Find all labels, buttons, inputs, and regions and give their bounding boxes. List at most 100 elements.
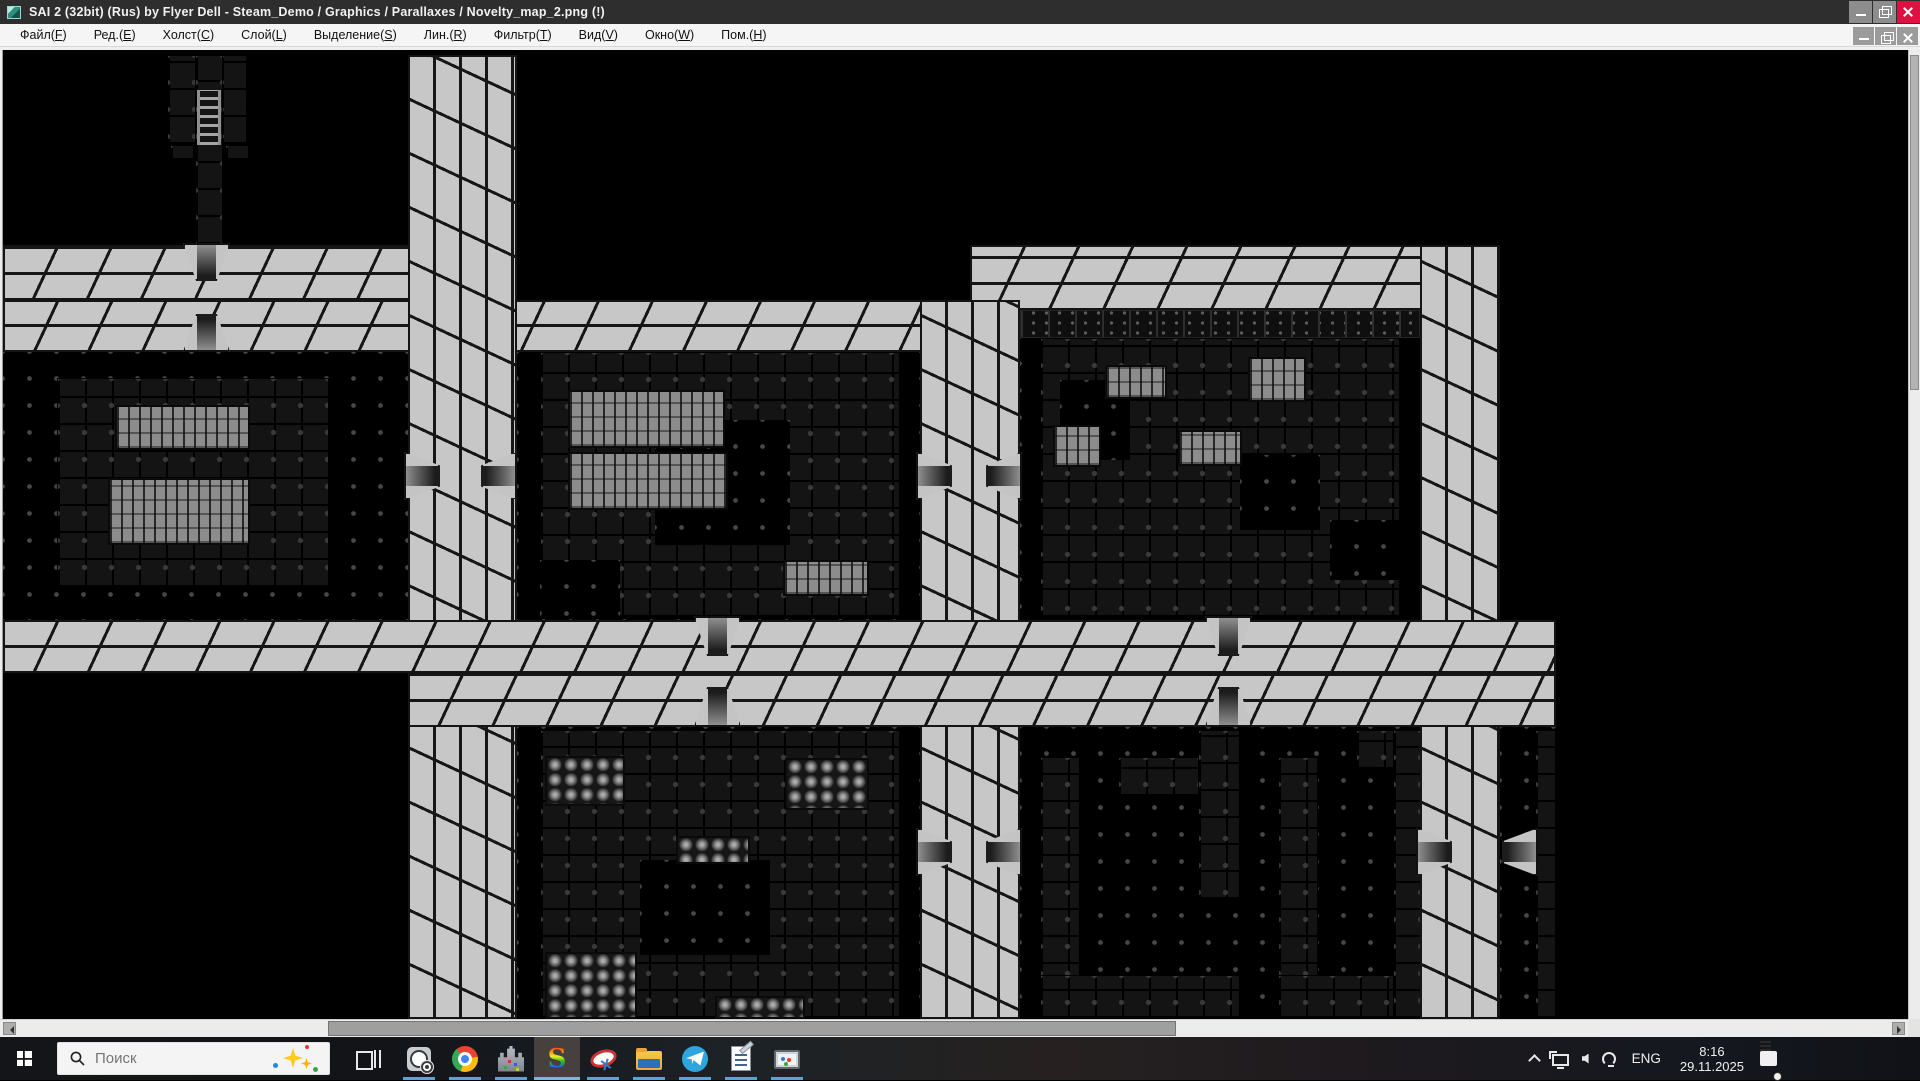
windows-logo-icon xyxy=(17,1051,32,1066)
task-view-icon[interactable] xyxy=(352,1044,382,1074)
map-barrel-cluster xyxy=(676,836,750,864)
horizontal-scrollbar[interactable] xyxy=(0,1019,1920,1037)
map-shelf-cluster xyxy=(108,478,250,545)
close-button[interactable] xyxy=(1897,27,1918,45)
sai2-icon: S xyxy=(548,1046,567,1072)
map-shelf-cluster xyxy=(1248,357,1306,402)
map-floor-patch xyxy=(640,860,770,955)
network-icon[interactable] xyxy=(1549,1037,1572,1080)
search-icon xyxy=(70,1051,85,1066)
map-door xyxy=(916,452,952,500)
map-shelf-cluster xyxy=(1053,425,1101,467)
map-door xyxy=(1502,828,1538,876)
map-door xyxy=(481,452,517,500)
taskbar-app-paint-app[interactable] xyxy=(764,1037,810,1080)
sai-app-icon xyxy=(7,6,21,19)
notifications-icon[interactable] xyxy=(1757,1037,1780,1080)
language-indicator[interactable]: ENG xyxy=(1626,1037,1667,1080)
canvas-frame xyxy=(0,47,1920,1037)
menubar: Файл(F) Ред.(E) Холст(C) Слой(L) Выделение(S… xyxy=(0,24,1920,47)
window-title: SAI 2 (32bit) (Rus) by Flyer Dell - Stea… xyxy=(29,5,605,19)
alarm-clock-icon xyxy=(407,1047,431,1071)
taskbar-apps: S xyxy=(396,1037,810,1080)
menu-S[interactable]: Выделение(S) xyxy=(314,28,397,42)
taskbar-app-snip[interactable] xyxy=(580,1037,626,1080)
map-crate-tiles xyxy=(1198,730,1240,900)
map-door xyxy=(694,616,741,656)
map-door xyxy=(404,452,440,500)
map-ladder xyxy=(197,90,221,145)
map-crate-tiles xyxy=(195,55,223,245)
canvas-left-edge xyxy=(0,50,3,1019)
map-floor-patch xyxy=(1240,455,1320,530)
map-crate-tiles xyxy=(1535,730,1556,1019)
explorer-icon xyxy=(636,1051,662,1070)
horizontal-scrollbar-thumb[interactable] xyxy=(328,1021,1176,1036)
search-highlights-sparkle-icon xyxy=(271,1045,319,1073)
map-barrel-cluster xyxy=(715,996,805,1019)
menu-F[interactable]: Файл(F) xyxy=(20,28,67,42)
start-button[interactable] xyxy=(0,1037,48,1080)
paint-app-icon xyxy=(774,1050,800,1069)
map-shelf-row xyxy=(1020,310,1420,338)
menu-E[interactable]: Ред.(E) xyxy=(94,28,136,42)
telegram-icon xyxy=(682,1046,708,1072)
restore-button[interactable] xyxy=(1875,27,1896,45)
taskbar-app-chrome[interactable] xyxy=(442,1037,488,1080)
scroll-left-button[interactable] xyxy=(3,1022,16,1035)
map-crate-tiles xyxy=(225,145,249,161)
taskbar-app-explorer[interactable] xyxy=(626,1037,672,1080)
titlebar: SAI 2 (32bit) (Rus) by Flyer Dell - Stea… xyxy=(0,0,1920,24)
menu-R[interactable]: Лин.(R) xyxy=(424,28,467,42)
menu-items: Файл(F) Ред.(E) Холст(C) Слой(L) Выделение(S… xyxy=(0,28,794,42)
menu-L[interactable]: Слой(L) xyxy=(241,28,287,42)
minimize-button[interactable] xyxy=(1849,1,1872,23)
map-shelf-cluster xyxy=(1178,430,1242,466)
taskbar-app-game-castle[interactable] xyxy=(488,1037,534,1080)
restore-button[interactable] xyxy=(1873,1,1896,23)
menu-W[interactable]: Окно(W) xyxy=(645,28,694,42)
map-door xyxy=(1416,828,1452,876)
vertical-scrollbar-thumb[interactable] xyxy=(1910,55,1919,390)
menu-V[interactable]: Вид(V) xyxy=(579,28,618,42)
map-crate-tiles xyxy=(170,145,194,161)
map-shelf-cluster xyxy=(783,560,869,596)
canvas-viewport[interactable] xyxy=(0,50,1908,1019)
taskbar-clock[interactable]: 8:16 29.11.2025 xyxy=(1674,1037,1750,1080)
hidden-icons-chevron-icon[interactable] xyxy=(1527,1037,1542,1080)
close-button[interactable] xyxy=(1897,1,1920,23)
minimize-button[interactable] xyxy=(1853,27,1874,45)
volume-icon[interactable] xyxy=(1579,1037,1592,1080)
map-door xyxy=(1205,616,1252,656)
map-shelf-cluster xyxy=(1105,365,1167,399)
menu-T[interactable]: Фильтр(T) xyxy=(494,28,552,42)
taskbar-app-sai2[interactable]: S xyxy=(534,1037,580,1080)
map-door xyxy=(916,828,952,876)
game-castle-icon xyxy=(498,1046,524,1072)
map-floor-patch xyxy=(540,560,620,618)
clock-date: 29.11.2025 xyxy=(1680,1059,1744,1074)
map-barrel-cluster xyxy=(545,756,625,806)
search-box[interactable] xyxy=(57,1042,330,1075)
taskbar-app-alarm-clock[interactable] xyxy=(396,1037,442,1080)
map-door xyxy=(986,828,1022,876)
map-door xyxy=(694,687,741,727)
vertical-scrollbar[interactable] xyxy=(1908,50,1920,1019)
map-door xyxy=(183,314,230,352)
clock-time: 8:16 xyxy=(1680,1044,1744,1059)
search-input[interactable] xyxy=(93,1049,243,1068)
chrome-icon xyxy=(452,1046,478,1072)
scroll-right-button[interactable] xyxy=(1892,1022,1905,1035)
taskbar-app-writer[interactable] xyxy=(718,1037,764,1080)
scrollbar-corner xyxy=(1908,1019,1920,1037)
map-barrel-cluster xyxy=(785,758,869,810)
map-door xyxy=(183,243,230,281)
system-tray: ENG 8:16 29.11.2025 xyxy=(1527,1037,1920,1080)
taskbar-app-telegram[interactable] xyxy=(672,1037,718,1080)
tablet-mode-icon[interactable] xyxy=(1599,1037,1619,1080)
map-shelf-cluster xyxy=(568,452,728,510)
menu-C[interactable]: Холст(C) xyxy=(163,28,215,42)
menu-H[interactable]: Пом.(H) xyxy=(721,28,766,42)
window-controls xyxy=(1848,0,1920,24)
map-door xyxy=(986,452,1022,500)
